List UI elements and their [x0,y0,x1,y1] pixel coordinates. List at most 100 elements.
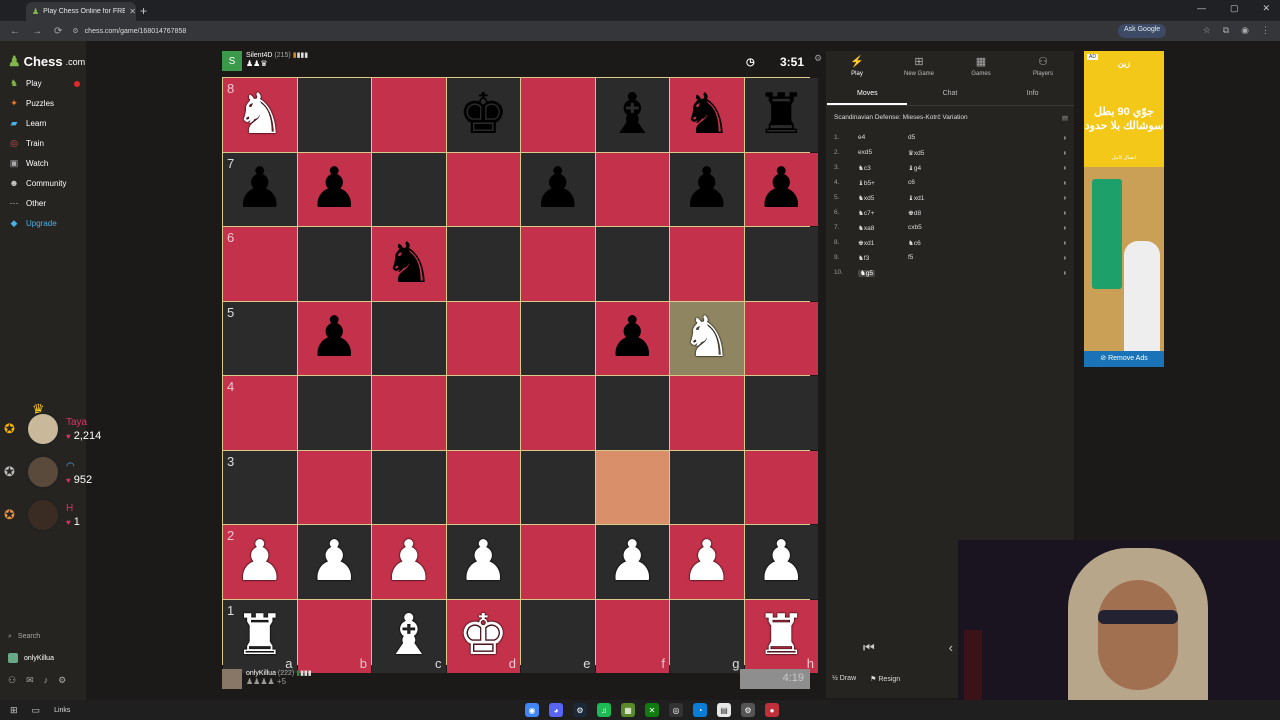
white-king-piece[interactable]: ♚ [458,608,508,664]
steam-icon[interactable]: ⚙ [573,703,587,717]
square-b2[interactable]: ♟ [297,525,371,599]
white-pawn-piece[interactable]: ♟ [309,533,359,590]
square-d6[interactable] [446,227,520,301]
sidebar-item-learn[interactable]: ▰ Learn [8,118,80,129]
square-g8[interactable]: ♞ [670,78,744,152]
tab-play[interactable]: ⚡ Play [827,55,887,77]
square-a6[interactable]: 6 [223,227,297,301]
square-h5[interactable] [744,301,818,375]
taskbar-links[interactable]: Links [54,707,70,714]
white-pawn-piece[interactable]: ♟ [458,533,508,590]
square-f1[interactable]: f [595,599,669,673]
sidebar-item-play[interactable]: ♞ Play [8,78,80,89]
black-pawn-piece[interactable]: ♟ [309,161,359,217]
reload-icon[interactable]: ⟳ [54,26,62,37]
square-f6[interactable] [595,227,669,301]
square-f2[interactable]: ♟ [595,525,669,599]
square-d3[interactable] [446,450,520,524]
square-h1[interactable]: ♜ h [744,599,818,673]
sidebar-item-upgrade[interactable]: ◆ Upgrade [8,218,80,229]
draw-button[interactable]: ½ Draw [832,675,856,683]
square-a1[interactable]: ♜ 1 a [223,599,297,673]
square-e1[interactable]: e [521,599,595,673]
black-pawn-piece[interactable]: ♟ [607,310,657,366]
forward-icon[interactable]: → [32,26,42,37]
square-b7[interactable]: ♟ [297,152,371,226]
chess-logo[interactable]: ♟ Chess .com [8,53,85,70]
white-bishop-piece[interactable]: ♝ [384,608,434,664]
black-king-piece[interactable]: ♚ [458,86,508,143]
white-pawn-piece[interactable]: ♟ [384,533,434,590]
messages-icon[interactable]: ✉ [26,675,34,686]
black-pawn-piece[interactable]: ♟ [756,161,806,217]
square-b5[interactable]: ♟ [297,301,371,375]
bell-icon[interactable]: ♪ [44,675,49,686]
minimize-icon[interactable]: — [1197,3,1206,14]
black-bishop-piece[interactable]: ♝ [607,86,657,143]
extensions-icon[interactable]: ⧉ [1223,25,1229,36]
white-pawn-piece[interactable]: ♟ [235,533,285,590]
square-a8[interactable]: ♞ 8 [223,78,297,152]
square-a5[interactable]: 5 [223,301,297,375]
white-move[interactable]: ♝b5+ [858,179,908,187]
close-window-icon[interactable]: ✕ [1262,3,1270,14]
black-move[interactable]: ♝g4 [908,164,1028,172]
square-a2[interactable]: ♟ 2 [223,525,297,599]
black-move[interactable]: ♛xd5 [908,149,1028,157]
minecraft-icon[interactable]: ▦ [621,703,635,717]
browser-tab[interactable]: ♟ Play Chess Online for FREE - 2 ✕ [26,2,136,21]
white-move[interactable]: ♞xa8 [858,224,908,232]
chrome-icon[interactable]: ◉ [525,703,539,717]
sidebar-item-other[interactable]: ⋯ Other [8,198,80,209]
start-menu-icon[interactable]: ⊞ [10,705,18,716]
square-c4[interactable] [372,376,446,450]
black-pawn-piece[interactable]: ♟ [235,161,285,217]
recorder-icon[interactable]: ● [765,703,779,717]
square-g7[interactable]: ♟ [670,152,744,226]
square-d7[interactable] [446,152,520,226]
subtab-info[interactable]: Info [993,88,1073,105]
xbox-icon[interactable]: ✕ [645,703,659,717]
white-move[interactable]: ♞c7+ [858,209,908,217]
square-b4[interactable] [297,376,371,450]
bookmark-star-icon[interactable]: ☆ [1203,25,1211,36]
spotify-icon[interactable]: ♫ [597,703,611,717]
square-b8[interactable] [297,78,371,152]
sidebar-item-puzzles[interactable]: ✦ Puzzles [8,98,80,109]
chess-board[interactable]: ♞ 8 ♚ ♝ ♞ ♜ ♟ 7 ♟ ♟ ♟ ♟ 6 ♞ 5 ♟ ♟ ♞ 4 3 ♟ 2 ♟ ♟ ♟ ♟ ♟ ♟ ♜ 1 a b ♝ c ♚ d e f g ♜… [222,77,818,673]
white-knight-piece[interactable]: ♞ [235,86,285,143]
tab-players[interactable]: ⚇ Players [1013,55,1073,77]
white-knight-piece[interactable]: ♞ [682,310,732,366]
square-c2[interactable]: ♟ [372,525,446,599]
square-d5[interactable] [446,301,520,375]
board-settings-gear-icon[interactable]: ⚙ [814,53,822,64]
black-pawn-piece[interactable]: ♟ [309,310,359,366]
black-pawn-piece[interactable]: ♟ [533,161,583,217]
url-field[interactable]: ⚙ chess.com/game/168014767858 [72,27,186,35]
task-view-icon[interactable]: ▭ [32,705,41,716]
remove-ads-button[interactable]: ⊘ Remove Ads [1084,351,1164,367]
white-pawn-piece[interactable]: ♟ [756,533,806,590]
white-rook-piece[interactable]: ♜ [756,608,806,664]
menu-icon[interactable]: ⋮ [1261,25,1270,36]
settings-gear-icon[interactable]: ⚙ [58,675,66,686]
square-e6[interactable] [521,227,595,301]
white-move[interactable]: ♞g5 [858,269,908,277]
square-h2[interactable]: ♟ [744,525,818,599]
square-d1[interactable]: ♚ d [446,599,520,673]
square-h3[interactable] [744,450,818,524]
white-move[interactable]: ♞c3 [858,164,908,172]
square-e2[interactable] [521,525,595,599]
square-e5[interactable] [521,301,595,375]
square-g5[interactable]: ♞ [670,301,744,375]
square-g2[interactable]: ♟ [670,525,744,599]
black-move[interactable]: ♝xd1 [908,194,1028,202]
avatar[interactable]: S [222,51,242,71]
black-knight-piece[interactable]: ♞ [384,235,434,292]
sidebar-item-watch[interactable]: ▣ Watch [8,158,80,169]
square-h4[interactable] [744,376,818,450]
profile-icon[interactable]: ◉ [1241,25,1249,36]
white-move[interactable]: ♞f3 [858,254,908,262]
maximize-icon[interactable]: ▢ [1230,3,1239,14]
square-c5[interactable] [372,301,446,375]
